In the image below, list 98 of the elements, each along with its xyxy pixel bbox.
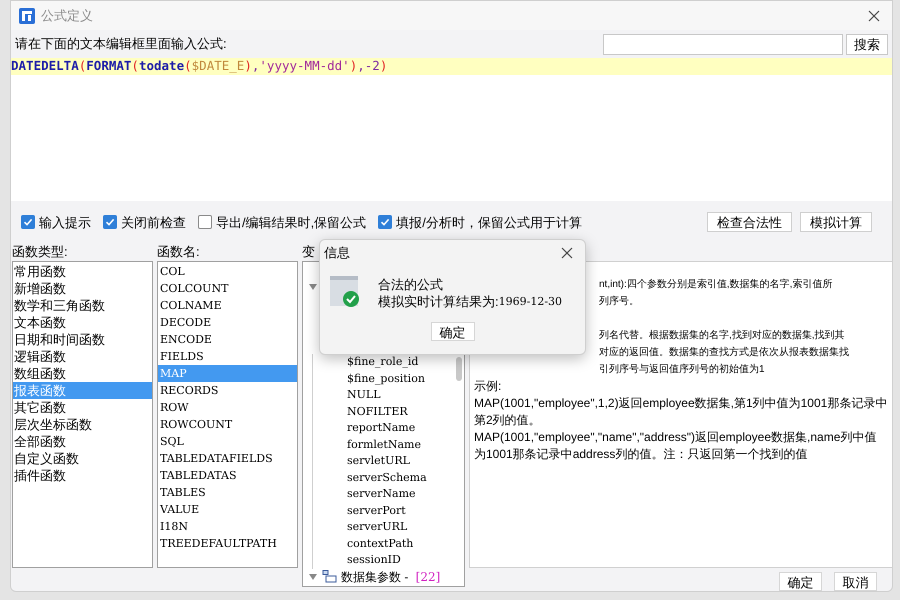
tree-group-label[interactable]: 数据集参数 - bbox=[341, 568, 412, 586]
description-text: 引列序号与返回值序列号的初始值为1 bbox=[599, 364, 765, 375]
tree-item[interactable]: serverName bbox=[347, 486, 464, 502]
check-icon bbox=[380, 217, 390, 228]
formula-token: FORMAT bbox=[86, 57, 132, 76]
list-item[interactable]: 插件函数 bbox=[13, 467, 152, 484]
list-title: 函数类型: bbox=[12, 243, 69, 261]
description-text: 示例: bbox=[474, 379, 502, 393]
window-title: 公式定义 bbox=[41, 6, 93, 25]
formula-token: DATEDELTA bbox=[11, 57, 79, 76]
option-checkbox[interactable]: 导出/编辑结果时,保留公式 bbox=[198, 212, 366, 232]
list-item[interactable]: 文本函数 bbox=[13, 314, 152, 331]
list-item[interactable]: COL bbox=[158, 263, 297, 280]
option-checkbox[interactable]: 填报/分析时，保留公式用于计算 bbox=[378, 212, 582, 232]
list-item[interactable]: DECODE bbox=[158, 314, 297, 331]
tree-item[interactable]: serverURL bbox=[347, 519, 464, 536]
list-item[interactable]: 新增函数 bbox=[13, 280, 152, 297]
tree-item[interactable]: formletName bbox=[347, 436, 464, 453]
tree-item[interactable]: servletURL bbox=[347, 453, 464, 470]
description-text: 列序号。 bbox=[599, 296, 639, 307]
formula-token: ) bbox=[350, 57, 358, 76]
description-text: 对应的返回值。数据集的查找方式是依次从报表数据集找 bbox=[599, 347, 849, 358]
success-icon bbox=[330, 274, 362, 307]
option-checkbox[interactable]: 关闭前检查 bbox=[103, 212, 186, 232]
formula-token: todate bbox=[138, 57, 184, 76]
caret-icon[interactable] bbox=[309, 574, 317, 580]
list-title: 函数名: bbox=[157, 243, 201, 261]
dialog-button[interactable]: 确定 bbox=[779, 572, 822, 591]
formula-token: 'yyyy-MM-dd' bbox=[259, 57, 350, 76]
list-item[interactable]: I18N bbox=[158, 518, 297, 535]
list-item[interactable]: TABLEDATAS bbox=[158, 467, 297, 484]
formula-prompt: 请在下面的文本编辑框里面输入公式: bbox=[15, 35, 228, 54]
list-item[interactable]: ROWCOUNT bbox=[158, 416, 297, 433]
caret-icon[interactable] bbox=[309, 284, 317, 290]
formula-token: ( bbox=[78, 57, 86, 76]
list-item[interactable]: 数组函数 bbox=[13, 365, 152, 382]
list-item[interactable]: TABLES bbox=[158, 484, 297, 501]
tree-item[interactable]: NOFILTER bbox=[347, 404, 464, 420]
formula-token: , bbox=[252, 57, 260, 76]
list-item[interactable]: COLNAME bbox=[158, 297, 297, 314]
list-item[interactable]: 全部函数 bbox=[13, 433, 152, 450]
tree-item[interactable]: NULL bbox=[347, 387, 464, 404]
tree-item[interactable]: reportName bbox=[347, 420, 464, 436]
formula-editor[interactable]: DATEDELTA(FORMAT(todate($DATE_E),'yyyy-MM-dd'),-2) bbox=[11, 58, 892, 201]
formula-token: $DATE_E bbox=[192, 57, 244, 76]
list-item[interactable]: ENCODE bbox=[158, 331, 297, 348]
dialog-button[interactable]: 取消 bbox=[834, 572, 877, 591]
dataset-icon bbox=[321, 570, 337, 584]
close-icon[interactable] bbox=[561, 247, 573, 259]
list-item[interactable]: TREEDEFAULTPATH bbox=[158, 535, 297, 552]
ok-button[interactable]: 确定 bbox=[430, 322, 474, 341]
list-item[interactable]: COLCOUNT bbox=[158, 280, 297, 297]
tree-item[interactable]: $fine_role_id bbox=[347, 354, 464, 370]
list-item[interactable]: 逻辑函数 bbox=[13, 348, 152, 365]
list-item[interactable]: 常用函数 bbox=[13, 263, 152, 280]
description-text: nt,int):四个参数分别是索引值,数据集的名字,索引值所 bbox=[599, 279, 832, 290]
list-title: 变 bbox=[302, 243, 315, 261]
formula-token: ( bbox=[131, 57, 139, 76]
list-item[interactable]: 层次坐标函数 bbox=[13, 416, 152, 433]
tree-item[interactable]: sessionID bbox=[347, 552, 464, 568]
list-item[interactable]: RECORDS bbox=[158, 382, 297, 399]
tree-group-count: [22] bbox=[416, 569, 440, 586]
tree-item[interactable]: serverPort bbox=[347, 502, 464, 519]
formula-token: ( bbox=[184, 57, 192, 76]
option-checkbox[interactable]: 输入提示 bbox=[21, 212, 91, 232]
list-item[interactable]: 其它函数 bbox=[13, 399, 152, 416]
search-field[interactable] bbox=[603, 34, 843, 55]
list-item[interactable]: 日期和时间函数 bbox=[13, 331, 152, 348]
dialog-title: 信息 bbox=[324, 244, 351, 262]
check-icon bbox=[105, 217, 115, 228]
description-text: MAP(1001,"employee",1,2)返回employee数据集,第1列中值为1001那条记录中 bbox=[474, 396, 888, 410]
list-item[interactable]: ROW bbox=[158, 399, 297, 416]
description-text: MAP(1001,"employee","name","address")返回employee数据集,name列中值 bbox=[474, 430, 876, 444]
list-item[interactable]: TABLEDATAFIELDS bbox=[158, 450, 297, 467]
list-item[interactable]: 数学和三角函数 bbox=[13, 297, 152, 314]
formula-token: ,-2 bbox=[357, 57, 380, 76]
list-item[interactable]: SQL bbox=[158, 433, 297, 450]
action-button[interactable]: 检查合法性 bbox=[707, 212, 792, 232]
tree-item[interactable]: contextPath bbox=[347, 536, 464, 552]
list-item[interactable]: VALUE bbox=[158, 501, 297, 518]
description-text: 列名代替。根据数据集的名字,找到对应的数据集,找到其 bbox=[599, 330, 845, 341]
list-item[interactable]: 自定义函数 bbox=[13, 450, 152, 467]
formula-token: ) bbox=[244, 57, 252, 76]
search-button[interactable]: 搜索 bbox=[846, 34, 888, 55]
description-text: 为1001那条记录中address列的值。注：只返回第一个找到的值 bbox=[474, 447, 808, 461]
tree-item[interactable]: $fine_position bbox=[347, 370, 464, 387]
scrollbar-thumb[interactable] bbox=[456, 357, 462, 381]
list-item[interactable]: FIELDS bbox=[158, 348, 297, 365]
dialog-message: 合法的公式 bbox=[378, 276, 444, 293]
result-value: 1969-12-30 bbox=[498, 294, 562, 310]
formula-token: ) bbox=[380, 57, 388, 76]
tree-item[interactable]: serverSchema bbox=[347, 470, 464, 486]
check-icon bbox=[23, 217, 33, 228]
description-text: 第2列的值。 bbox=[474, 413, 541, 427]
close-icon[interactable] bbox=[868, 10, 880, 22]
result-label: 模拟实时计算结果为: bbox=[378, 293, 499, 310]
action-button[interactable]: 模拟计算 bbox=[800, 212, 872, 232]
app-logo-icon bbox=[19, 8, 35, 24]
